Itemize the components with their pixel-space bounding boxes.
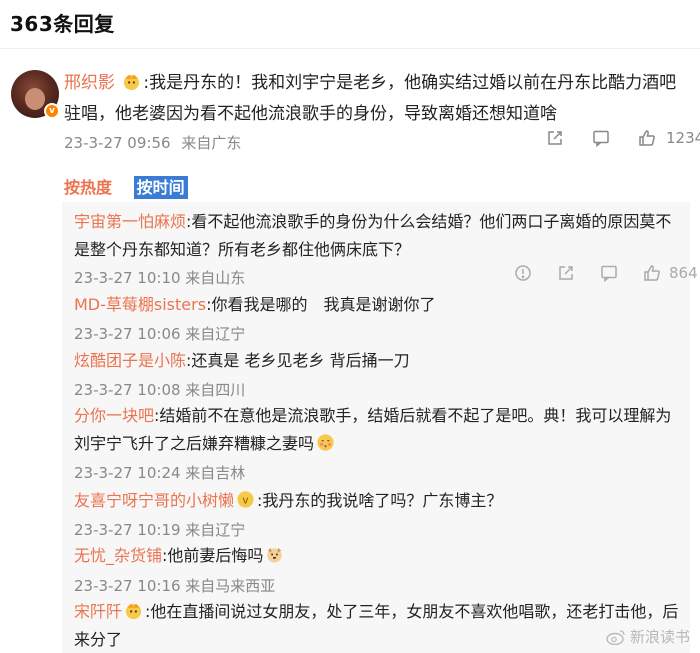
root-location: 来自广东 <box>181 134 242 152</box>
reply-actions: 864 <box>514 264 698 282</box>
reply-meta: 23-3-27 10:06 来自辽宁 <box>74 325 246 343</box>
reply-username[interactable]: 友喜宁呀宁哥的小树懒 <box>74 491 234 510</box>
reply-meta: 23-3-27 10:19 来自辽宁 <box>74 521 246 539</box>
root-actions: 1234 <box>546 129 700 147</box>
verified-badge-icon: v <box>44 103 60 119</box>
weibo-logo-icon <box>606 629 625 645</box>
root-comment: 邢织影 :我是丹东的！我和刘宇宁是老乡，他确实结过婚以前在丹东比酷力酒吧驻唱，他… <box>64 68 689 130</box>
list-item: MD-草莓棚sisters:你看我是哪的 我真是谢谢你了 <box>74 291 680 319</box>
reply-text: :他在直播间说过女朋友，处了三年，女朋友不喜欢他唱歌，还老打击他，后来分了 <box>74 602 679 649</box>
reply-list: 宇宙第一怕麻烦:看不起他流浪歌手的身份为什么会结婚？他们两口子离婚的原因莫不是整… <box>62 202 698 653</box>
more-icon[interactable] <box>514 264 532 282</box>
shy-emoji-icon <box>317 434 334 451</box>
crown-emoji-icon <box>124 74 140 91</box>
watermark-text: 新浪读书 <box>629 628 690 646</box>
share-icon[interactable] <box>546 129 564 147</box>
header-divider <box>0 48 700 49</box>
reply-meta: 23-3-27 10:24 来自吉林 <box>74 464 246 482</box>
root-like-count: 1234 <box>666 129 700 147</box>
svg-text:v: v <box>242 494 248 506</box>
crown-emoji-icon <box>125 603 142 620</box>
list-item: 宋阡阡 :他在直播间说过女朋友，处了三年，女朋友不喜欢他唱歌，还老打击他，后来分… <box>74 598 680 653</box>
comment-icon[interactable] <box>592 129 610 147</box>
list-item: 友喜宁呀宁哥的小树懒 v :我丹东的我说啥了吗？广东博主？ <box>74 487 680 515</box>
reply-username[interactable]: 炫酷团子是小陈 <box>74 351 186 370</box>
root-comment-meta: 23-3-27 09:56 来自广东 <box>64 132 241 153</box>
reply-like-count: 864 <box>669 264 698 282</box>
reply-username[interactable]: 分你一块吧 <box>74 406 154 425</box>
root-comment-text: :我是丹东的！我和刘宇宁是老乡，他确实结过婚以前在丹东比酷力酒吧驻唱，他老婆因为… <box>64 73 677 124</box>
root-timestamp: 23-3-27 09:56 <box>64 134 171 152</box>
root-username[interactable]: 邢织影 <box>64 73 115 93</box>
reply-text: :你看我是哪的 我真是谢谢你了 <box>206 295 436 314</box>
reply-text: :还真是 老乡见老乡 背后捅一刀 <box>186 351 410 370</box>
sort-tabs: 按热度 按时间 <box>64 174 188 199</box>
reply-username[interactable]: 无忧_杂货铺 <box>74 546 162 565</box>
tab-sort-time[interactable]: 按时间 <box>133 176 188 199</box>
like-icon[interactable] <box>638 129 656 147</box>
list-item: 无忧_杂货铺:他前妻后悔吗 <box>74 542 680 570</box>
share-icon[interactable] <box>557 264 575 282</box>
page-title: 363条回复 <box>10 12 115 36</box>
dog-emoji-icon <box>267 547 283 563</box>
reply-meta: 23-3-27 10:16 来自马来西亚 <box>74 577 276 595</box>
reply-username[interactable]: MD-草莓棚sisters <box>74 295 206 314</box>
reply-username[interactable]: 宇宙第一怕麻烦 <box>74 212 186 231</box>
reply-meta: 23-3-27 10:10 来自山东 <box>74 269 246 287</box>
reply-text: :我丹东的我说啥了吗？广东博主？ <box>257 491 503 510</box>
list-item: 分你一块吧:结婚前不在意他是流浪歌手，结婚后就看不起了是吧。典！我可以理解为刘宇… <box>74 402 680 458</box>
comment-icon[interactable] <box>600 264 618 282</box>
reply-text: :他前妻后悔吗 <box>162 546 264 565</box>
tab-sort-hot[interactable]: 按热度 <box>64 178 112 197</box>
reply-text: :结婚前不在意他是流浪歌手，结婚后就看不起了是吧。典！我可以理解为刘宇宁飞升了之… <box>74 406 672 453</box>
vip-badge-icon: v <box>237 491 254 508</box>
reply-username[interactable]: 宋阡阡 <box>74 602 122 621</box>
like-icon[interactable] <box>643 264 661 282</box>
list-item: 宇宙第一怕麻烦:看不起他流浪歌手的身份为什么会结婚？他们两口子离婚的原因莫不是整… <box>74 208 680 264</box>
watermark: 新浪读书 <box>606 626 690 647</box>
list-item: 炫酷团子是小陈:还真是 老乡见老乡 背后捅一刀 <box>74 347 680 375</box>
reply-meta: 23-3-27 10:08 来自四川 <box>74 381 246 399</box>
